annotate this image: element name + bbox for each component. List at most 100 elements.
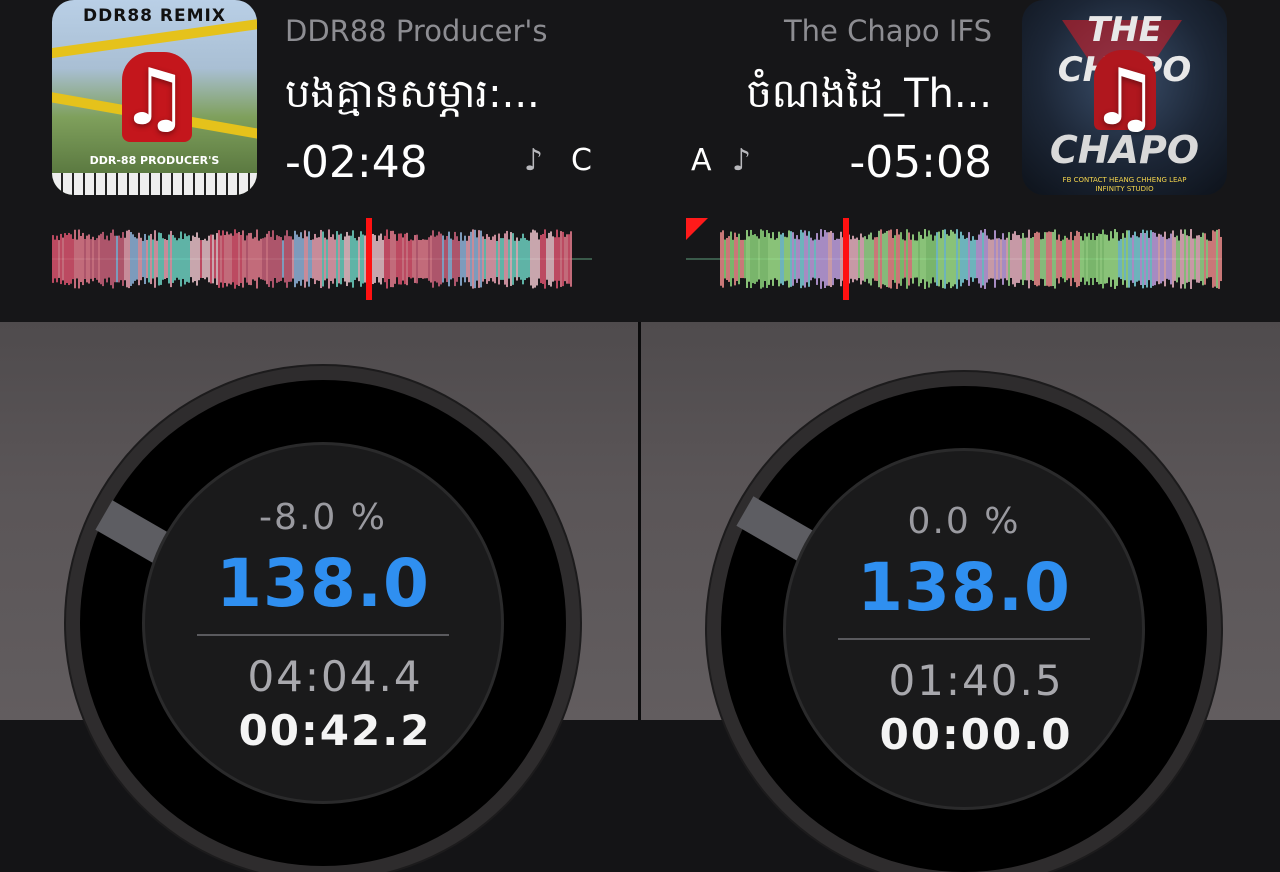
- waveform-bar: [1108, 240, 1110, 278]
- waveform-bar: [980, 230, 982, 288]
- waveform-bar: [456, 236, 458, 282]
- deck-a-artwork[interactable]: DDR88 REMIX DDR-88 PRODUCER'S ♫: [52, 0, 257, 195]
- deck-b-jog-wheel[interactable]: 0.0 % 138.0 01:40.5 00:00.0: [721, 386, 1207, 872]
- waveform-bar: [324, 237, 326, 281]
- waveform-bar: [1138, 237, 1140, 281]
- waveform-bar: [58, 240, 60, 278]
- waveform-bar: [1048, 231, 1050, 287]
- waveform-bar: [162, 238, 164, 280]
- waveform-bar: [310, 239, 312, 279]
- waveform-bar: [376, 240, 378, 278]
- waveform-bar: [486, 234, 488, 284]
- waveform-bar: [110, 232, 112, 286]
- waveform-bar: [68, 232, 70, 286]
- waveform-bar: [1164, 231, 1166, 287]
- waveform-bar: [66, 235, 68, 283]
- waveform-bar: [1036, 231, 1038, 287]
- waveform-bar: [904, 240, 906, 278]
- deck-b-waveform[interactable]: [686, 218, 1222, 300]
- deck-b-playhead[interactable]: [842, 218, 849, 300]
- waveform-bar: [878, 230, 880, 288]
- waveform-bar: [112, 229, 114, 289]
- waveform-bar: [512, 233, 514, 285]
- waveform-bar: [276, 235, 278, 283]
- deck-a-center-display: -8.0 % 138.0 04:04.4 00:42.2: [145, 445, 501, 801]
- waveform-bar: [1028, 229, 1030, 289]
- deck-b-title[interactable]: ចំណងដៃ_Th...: [746, 68, 992, 127]
- waveform-bar: [782, 232, 784, 286]
- waveform-bar: [160, 233, 162, 285]
- deck-a-pitch[interactable]: -8.0 %: [145, 497, 501, 538]
- waveform-bar: [380, 233, 382, 285]
- waveform-bar: [820, 229, 822, 289]
- waveform-bar: [1174, 237, 1176, 281]
- music-note-icon: ♪: [524, 143, 544, 178]
- deck-b-artwork[interactable]: THE CHAPO CHAPO FB CONTACT HEANG CHHENG …: [1022, 0, 1227, 195]
- deck-a-bpm[interactable]: 138.0: [145, 545, 501, 622]
- waveform-bar: [1110, 231, 1112, 287]
- waveform-bar: [80, 235, 82, 283]
- deck-b-key[interactable]: A: [691, 143, 712, 178]
- waveform-bar: [92, 236, 94, 282]
- waveform-bar: [902, 239, 904, 279]
- waveform-bar: [720, 232, 722, 286]
- waveform-bar: [1114, 229, 1116, 289]
- waveform-bar: [74, 229, 76, 289]
- waveform-bar: [1072, 240, 1074, 278]
- deck-a-key[interactable]: C: [571, 143, 592, 178]
- waveform-bar: [918, 231, 920, 287]
- waveform-bar: [728, 236, 730, 282]
- waveform-bar: [750, 229, 752, 289]
- waveform-bar: [770, 238, 772, 280]
- waveform-bar: [200, 240, 202, 278]
- waveform-bar: [114, 235, 116, 283]
- waveform-bar: [358, 236, 360, 282]
- waveform-bar: [790, 231, 792, 287]
- deck-b-bpm[interactable]: 138.0: [786, 549, 1142, 626]
- waveform-bar: [1130, 237, 1132, 281]
- deck-a-position-secondary: 00:42.2: [238, 706, 432, 755]
- waveform-bar: [448, 231, 450, 287]
- deck-a-position: 04:04.4: [247, 652, 423, 701]
- waveform-bar: [126, 230, 128, 288]
- waveform-bar: [56, 235, 58, 283]
- waveform-bar: [838, 238, 840, 280]
- waveform-bar: [470, 231, 472, 287]
- waveform-bar: [1156, 236, 1158, 282]
- waveform-bar: [1020, 238, 1022, 280]
- waveform-bar: [1096, 236, 1098, 282]
- waveform-bar: [360, 231, 362, 287]
- waveform-bar: [532, 229, 534, 289]
- waveform-bar: [272, 230, 274, 288]
- deck-a-waveform[interactable]: [52, 218, 592, 300]
- waveform-bar: [204, 238, 206, 280]
- waveform-bar: [166, 240, 168, 278]
- waveform-bar: [132, 234, 134, 284]
- waveform-bar: [478, 230, 480, 288]
- waveform-bar: [1012, 233, 1014, 285]
- waveform-bar: [1206, 239, 1208, 279]
- deck-b-pitch[interactable]: 0.0 %: [786, 501, 1142, 542]
- waveform-bar: [1100, 234, 1102, 284]
- waveform-bar: [344, 236, 346, 282]
- waveform-bar: [1186, 235, 1188, 283]
- deck-a-title[interactable]: បងគ្មានសម្ភារ:...: [285, 68, 540, 127]
- waveform-bar: [480, 230, 482, 288]
- waveform-bar: [1204, 233, 1206, 285]
- waveform-bar: [864, 236, 866, 282]
- waveform-bar: [88, 234, 90, 284]
- waveform-bar: [812, 240, 814, 278]
- waveform-bar: [814, 239, 816, 279]
- waveform-bar: [1190, 229, 1192, 289]
- waveform-bar: [490, 239, 492, 279]
- waveform-bar: [942, 229, 944, 289]
- waveform-bar: [460, 232, 462, 286]
- waveform-bar: [832, 232, 834, 286]
- waveform-bar: [330, 236, 332, 282]
- deck-a-playhead[interactable]: [366, 218, 373, 300]
- waveform-bar: [936, 232, 938, 286]
- waveform-bar: [556, 229, 558, 289]
- waveform-bar: [164, 238, 166, 280]
- deck-a-jog-wheel[interactable]: -8.0 % 138.0 04:04.4 00:42.2: [80, 380, 566, 866]
- waveform-bar: [932, 240, 934, 278]
